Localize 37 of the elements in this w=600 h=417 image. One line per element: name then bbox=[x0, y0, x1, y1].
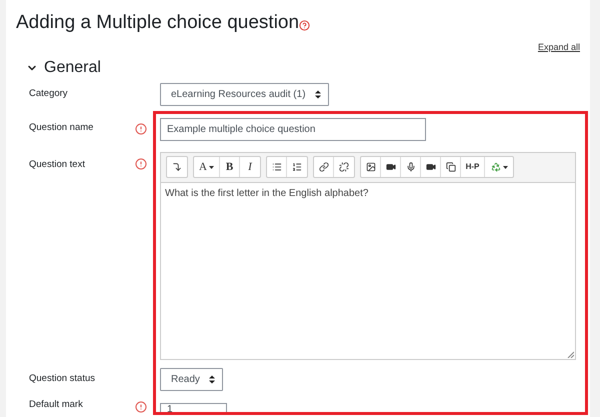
bold-button[interactable]: B bbox=[220, 157, 240, 177]
help-icon[interactable] bbox=[299, 20, 310, 30]
unlink-icon bbox=[339, 162, 349, 172]
link-icon bbox=[318, 162, 328, 172]
text-field[interactable]: Example multiple choice question bbox=[160, 118, 426, 141]
page-title: Adding a Multiple choice question bbox=[16, 11, 300, 35]
italic-button[interactable]: I bbox=[240, 157, 260, 177]
question-text: What is the first letter in the English alphabet? bbox=[165, 186, 370, 200]
select-arrows-icon bbox=[208, 375, 215, 384]
field-label: Question status bbox=[29, 372, 96, 386]
required-icon bbox=[135, 400, 147, 412]
recycle-icon bbox=[490, 162, 500, 172]
text-field[interactable]: 1 bbox=[160, 403, 227, 413]
field-label: Category bbox=[29, 87, 69, 102]
section-title[interactable]: General bbox=[44, 56, 101, 80]
h5p-button[interactable]: H-P bbox=[461, 157, 485, 177]
field-label: Default mark bbox=[29, 398, 84, 412]
caret-icon bbox=[502, 166, 508, 168]
video-camera-icon bbox=[426, 162, 436, 172]
font-style-button[interactable]: A bbox=[194, 157, 220, 177]
numbered-list-icon bbox=[292, 162, 302, 172]
arrow-icon bbox=[172, 162, 182, 172]
select-field[interactable]: eLearning Resources audit (1) bbox=[160, 83, 329, 106]
select-arrows-icon bbox=[314, 90, 321, 99]
required-icon bbox=[135, 122, 147, 134]
select-field[interactable]: Ready bbox=[160, 368, 223, 391]
microphone-icon bbox=[406, 162, 416, 172]
editor-text-area[interactable]: What is the first letter in the English alphabet? bbox=[161, 182, 575, 358]
caret-icon bbox=[208, 166, 214, 168]
field-label: Question name bbox=[29, 121, 94, 136]
expand-all-link[interactable]: Expand all bbox=[538, 41, 580, 54]
field-label: Question text bbox=[29, 158, 86, 172]
required-icon bbox=[135, 158, 147, 170]
copy-icon bbox=[446, 162, 456, 172]
image-icon bbox=[366, 162, 376, 172]
resize-handle-icon[interactable] bbox=[567, 350, 574, 358]
video-camera-icon bbox=[386, 162, 396, 172]
